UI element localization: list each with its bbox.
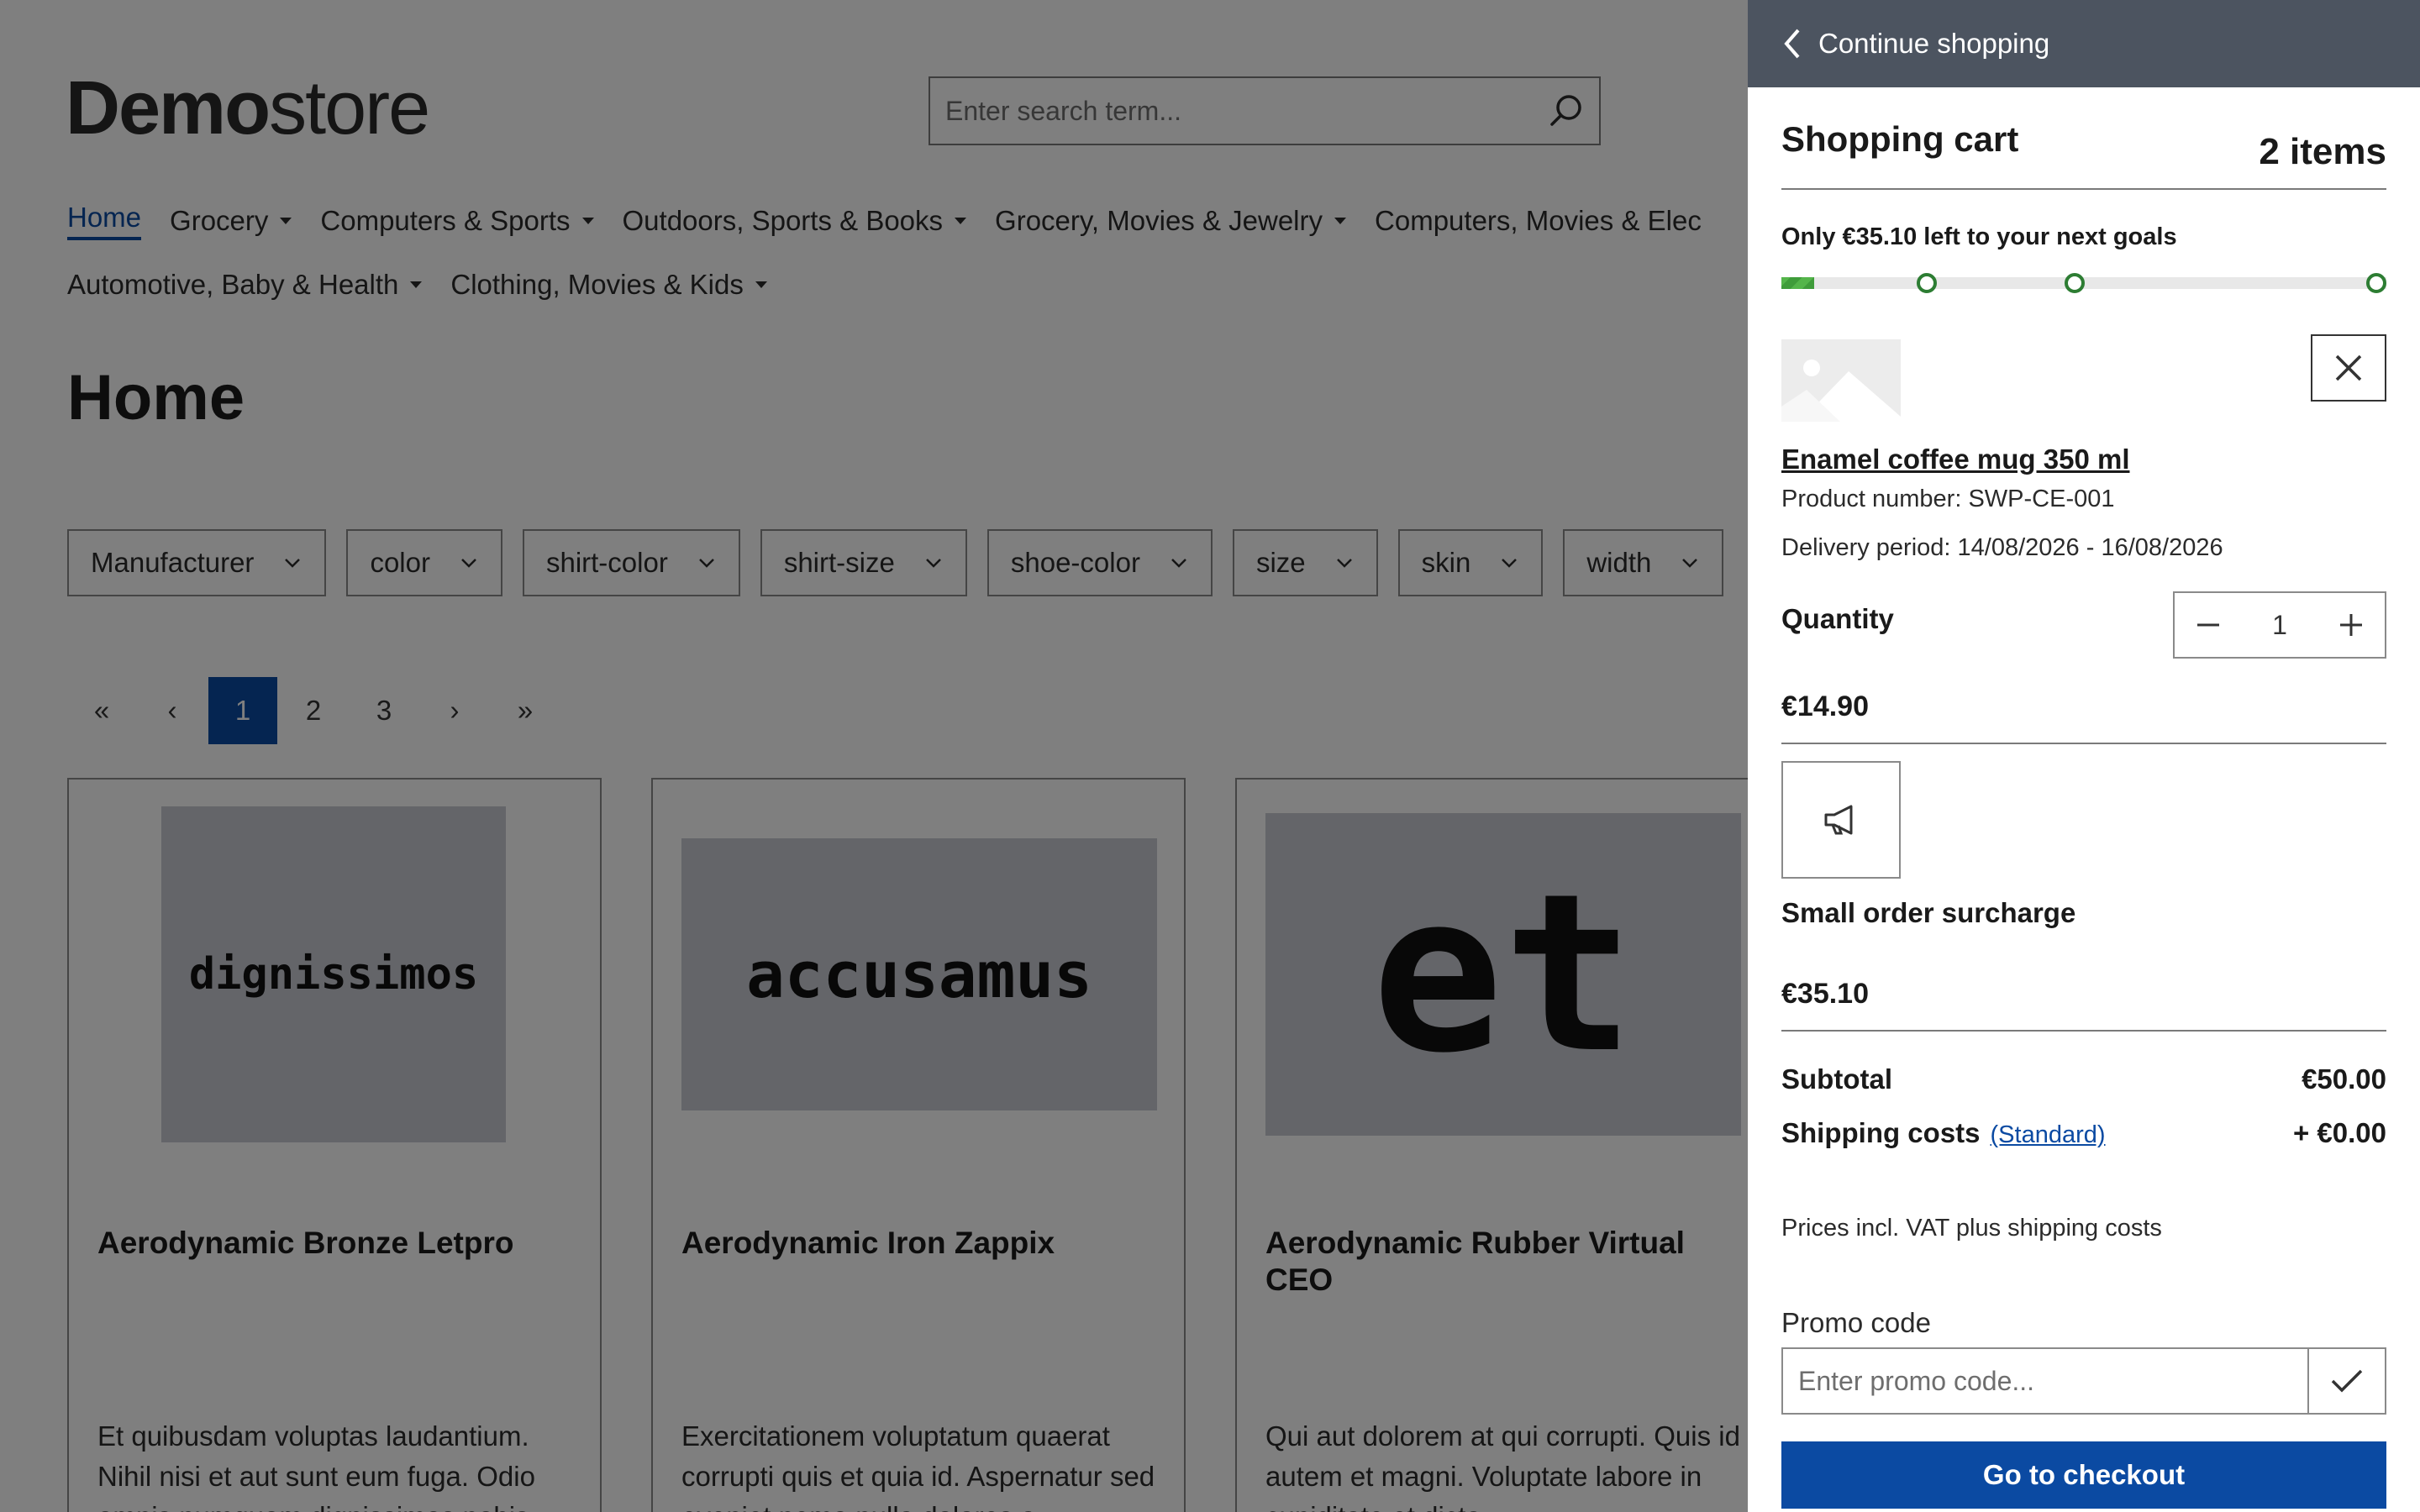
apply-promo-button[interactable]	[2307, 1349, 2385, 1413]
product-thumbnail[interactable]	[1781, 339, 1901, 422]
surcharge-thumbnail	[1781, 761, 1901, 879]
cart-product-name[interactable]: Enamel coffee mug 350 ml	[1781, 444, 2129, 475]
quantity-value[interactable]: 1	[2272, 610, 2287, 641]
product-number: Product number: SWP-CE-001	[1781, 486, 2115, 512]
close-icon	[2335, 354, 2362, 381]
promo-code-label: Promo code	[1781, 1307, 1931, 1338]
goal-marker	[1916, 273, 1937, 293]
remove-item-button[interactable]	[2311, 334, 2386, 402]
shipping-method-link[interactable]: (Standard)	[1991, 1121, 2106, 1148]
promo-code-group	[1781, 1347, 2386, 1415]
divider	[1781, 1030, 2386, 1032]
shipping-row: Shipping costs (Standard) + €0.00	[1781, 1117, 2386, 1149]
divider	[1781, 743, 2386, 744]
shipping-label: Shipping costs	[1781, 1117, 1981, 1148]
checkout-button[interactable]: Go to checkout	[1781, 1441, 2386, 1509]
goal-text: Only €35.10 left to your next goals	[1781, 223, 2177, 250]
decrease-quantity-button[interactable]	[2175, 593, 2242, 657]
subtotal-label: Subtotal	[1781, 1063, 1892, 1095]
minus-icon	[2197, 623, 2219, 627]
promo-code-input[interactable]	[1783, 1349, 2307, 1413]
goal-marker	[2065, 273, 2086, 293]
quantity-label: Quantity	[1781, 603, 1894, 634]
checkmark-icon	[2331, 1369, 2363, 1393]
continue-shopping-button[interactable]: Continue shopping	[1748, 0, 2420, 87]
surcharge-name: Small order surcharge	[1781, 897, 2076, 928]
megaphone-icon	[1824, 805, 1853, 835]
plus-icon	[2339, 614, 2362, 636]
goal-progress-fill	[1781, 277, 1814, 289]
vat-note: Prices incl. VAT plus shipping costs	[1781, 1215, 2162, 1242]
cart-offcanvas: Continue shopping Shopping cart 2 items …	[1748, 0, 2420, 1512]
subtotal-row: Subtotal €50.00	[1781, 1063, 2386, 1095]
shipping-value: + €0.00	[2292, 1117, 2386, 1148]
cart-item-count: 2 items	[2259, 131, 2386, 172]
divider	[1781, 188, 2386, 190]
chevron-left-icon	[1784, 29, 1800, 59]
subtotal-value: €50.00	[2302, 1063, 2386, 1095]
quantity-stepper: 1	[2173, 591, 2386, 659]
increase-quantity-button[interactable]	[2317, 593, 2385, 657]
surcharge-price: €35.10	[1781, 978, 1869, 1010]
item-price: €14.90	[1781, 690, 1869, 722]
cart-title: Shopping cart	[1781, 119, 2019, 159]
image-placeholder-icon	[1781, 339, 1901, 422]
delivery-period: Delivery period: 14/08/2026 - 16/08/2026	[1781, 534, 2223, 561]
goal-marker	[2366, 273, 2386, 293]
